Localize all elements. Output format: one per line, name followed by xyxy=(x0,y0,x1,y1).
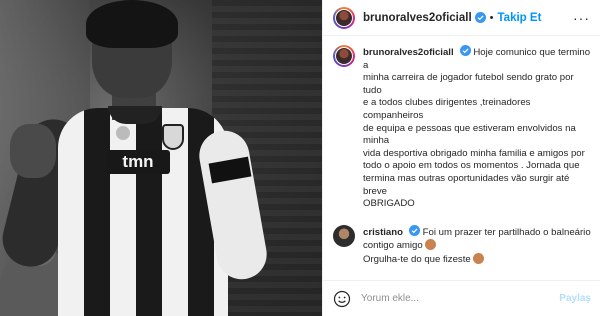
caption-author-username[interactable]: brunoralves2oficiall xyxy=(363,47,454,58)
caption-line: termina mas outras oportunidades vão sur… xyxy=(363,172,570,197)
comment-line: Orgulha-te do que fizeste xyxy=(363,252,591,267)
flexed-biceps-emoji-icon xyxy=(473,252,485,264)
comments-list[interactable]: brunoralves2oficiall Hoje comunico que t… xyxy=(323,37,600,279)
caption-line: todo o apoio em todos os momentos . Jorn… xyxy=(363,160,580,172)
commenter-avatar[interactable] xyxy=(333,224,355,247)
photo-shirt-badge xyxy=(116,126,130,140)
share-button[interactable]: Paylaş xyxy=(559,293,591,304)
comment-input[interactable] xyxy=(361,293,560,304)
post-side-panel: brunoralves2oficiall • Takip Et ··· brun… xyxy=(322,0,600,316)
photo-sponsor-logo: tmn xyxy=(106,150,170,174)
comment-text: Orgulha-te do que fizeste xyxy=(363,253,471,265)
verified-badge-icon xyxy=(409,224,420,236)
caption-line-1: brunoralves2oficiall Hoje comunico que t… xyxy=(363,45,591,72)
fist-emoji-icon xyxy=(425,239,437,251)
caption-line: minha carreira de jogador futebol sendo … xyxy=(363,72,574,96)
caption-line: vida desportiva obrigado minha familia e… xyxy=(363,147,585,159)
verified-badge-icon xyxy=(474,12,486,23)
post-header: brunoralves2oficiall • Takip Et ··· xyxy=(323,0,600,36)
author-avatar[interactable] xyxy=(333,6,355,29)
photo-player-fist xyxy=(10,124,56,178)
caption-entry: brunoralves2oficiall Hoje comunico que t… xyxy=(333,45,591,211)
instagram-post: tmn brunoralves2oficiall • Takip Et ··· … xyxy=(0,0,600,316)
caption-body: brunoralves2oficiall Hoje comunico que t… xyxy=(363,45,591,211)
comment-body: cristiano Foi um prazer ter partilhado o… xyxy=(363,224,591,267)
verified-badge-icon xyxy=(459,45,471,56)
comment-item: cristiano Foi um prazer ter partilhado o… xyxy=(333,224,591,267)
photo-club-crest xyxy=(162,124,184,150)
comment-text: Foi um prazer ter partilhado o balneário xyxy=(422,226,591,238)
follow-button[interactable]: Takip Et xyxy=(498,12,542,24)
comment-composer: Paylaş xyxy=(323,280,600,316)
more-options-icon[interactable]: ··· xyxy=(573,10,590,26)
photo-player-shirt xyxy=(58,108,228,316)
comment-line-1: cristiano Foi um prazer ter partilhado o… xyxy=(363,224,591,240)
comment-line: contigo amigo xyxy=(363,239,591,253)
post-photo[interactable]: tmn xyxy=(0,0,322,316)
comment-text: contigo amigo xyxy=(363,240,423,252)
author-username[interactable]: brunoralves2oficiall xyxy=(363,12,472,24)
caption-line: OBRIGADO xyxy=(363,198,415,210)
emoji-icon[interactable] xyxy=(333,290,351,308)
commenter-username[interactable]: cristiano xyxy=(363,227,403,238)
caption-line: de equipa e pessoas que estiveram envolv… xyxy=(363,122,576,147)
photo-player-hair xyxy=(86,0,178,48)
header-separator: • xyxy=(489,11,494,24)
caption-author-avatar[interactable] xyxy=(333,45,355,67)
caption-line: e a todos clubes dirigentes ,treinadores… xyxy=(363,97,531,121)
